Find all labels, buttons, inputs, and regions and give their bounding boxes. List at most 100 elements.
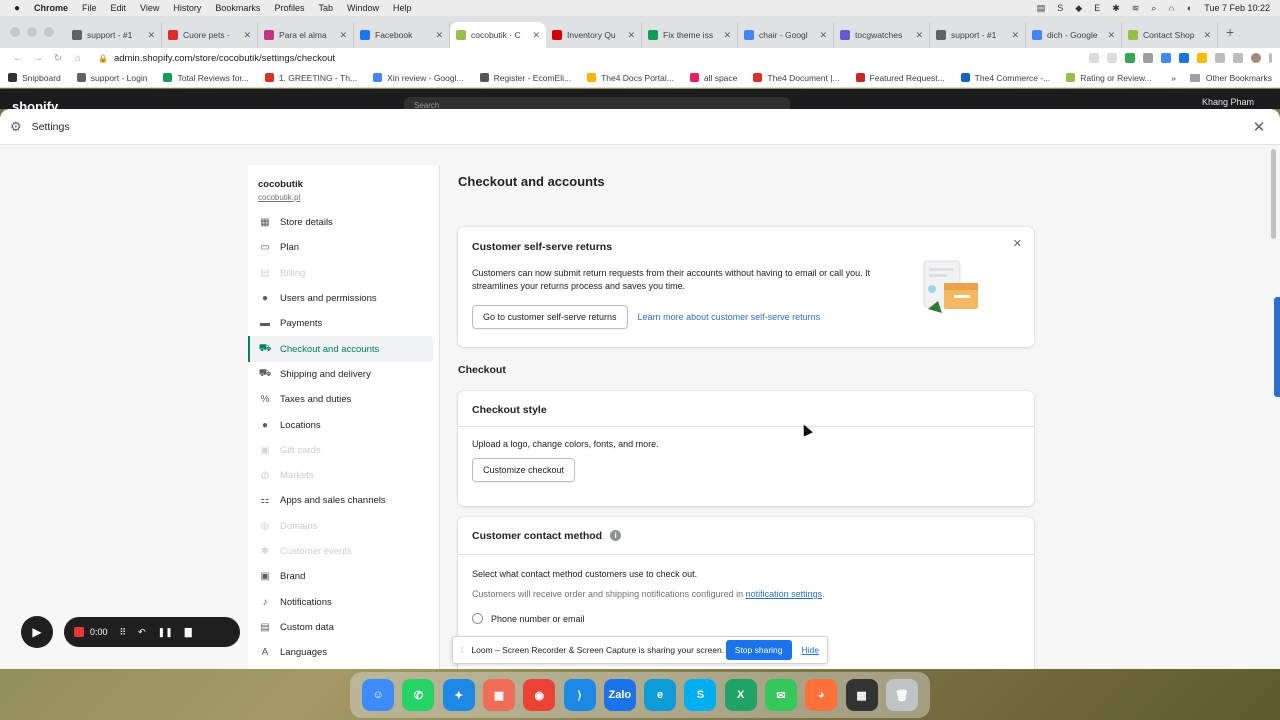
browser-tab[interactable]: chair - Googl ✕	[738, 22, 834, 48]
drag-grid-icon[interactable]: ⠿	[120, 627, 127, 638]
skype-status-icon[interactable]: S	[1057, 3, 1063, 13]
kebab-menu-icon[interactable]	[1269, 53, 1272, 63]
star-icon[interactable]	[1107, 53, 1117, 63]
user-name[interactable]: Khang Pham	[1202, 97, 1254, 107]
bookmark-item[interactable]: Xin review - Googl...	[373, 73, 464, 83]
close-tab-icon[interactable]: ✕	[435, 30, 443, 41]
sidebar-item-apps-and-sales-channels[interactable]: ⚏ Apps and sales channels	[248, 488, 439, 513]
stop-recording-icon[interactable]	[74, 627, 84, 637]
sidebar-item-notifications[interactable]: ♪ Notifications	[248, 589, 439, 614]
finder-dock-icon[interactable]: ☺	[362, 679, 395, 711]
browser-tab[interactable]: Contact Shop ✕	[1122, 22, 1218, 48]
close-tab-icon[interactable]: ✕	[1107, 30, 1115, 41]
menu-help[interactable]: Help	[393, 3, 412, 13]
search-input[interactable]: Search	[404, 97, 790, 109]
reload-icon[interactable]: ↻	[48, 53, 68, 64]
menu-bookmarks[interactable]: Bookmarks	[215, 3, 260, 13]
vscode-dock-icon[interactable]: ⟩	[563, 679, 596, 711]
shopify-logo[interactable]: shopify	[12, 99, 58, 109]
loom-camera-button[interactable]: ▶	[21, 616, 53, 648]
lock-icon[interactable]: 🔒	[98, 54, 108, 63]
browser-tab[interactable]: support - #1 ✕	[930, 22, 1026, 48]
sidebar-item-plan[interactable]: ▭ Plan	[248, 235, 439, 260]
status-icon[interactable]: ▤	[1037, 3, 1046, 14]
back-icon[interactable]: ←	[8, 53, 28, 64]
close-tab-icon[interactable]: ✕	[819, 30, 827, 41]
bookmark-item[interactable]: all space	[689, 73, 737, 83]
minimize-window-button[interactable]	[27, 27, 37, 37]
wifi-icon[interactable]: ≋	[1132, 3, 1140, 14]
go-to-returns-button[interactable]: Go to customer self-serve returns	[472, 305, 628, 329]
launchpad-dock-icon[interactable]: ▦	[482, 679, 515, 711]
browser-tab[interactable]: tocgwatches ✕	[834, 22, 930, 48]
bookmark-item[interactable]: The4 Docs Portal...	[587, 73, 674, 83]
close-tab-icon[interactable]: ✕	[147, 30, 155, 41]
sidebar-item-taxes-and-duties[interactable]: % Taxes and duties	[248, 387, 439, 412]
radio-phone-or-email[interactable]: Phone number or email	[472, 613, 1020, 624]
store-domain-link[interactable]: cocobutik.pl	[258, 193, 429, 202]
spreadsheet-dock-icon[interactable]: X	[724, 679, 757, 711]
trash-dock-icon[interactable]: 🗑	[885, 679, 918, 711]
clock[interactable]: Tue 7 Feb 10:22	[1204, 3, 1270, 13]
menu-file[interactable]: File	[82, 3, 97, 13]
close-settings-button[interactable]: ✕	[1248, 118, 1270, 136]
bookmark-item[interactable]: Total Reviews for...	[163, 73, 249, 83]
share-icon[interactable]	[1089, 53, 1099, 63]
info-icon[interactable]: i	[610, 530, 622, 541]
menu-history[interactable]: History	[173, 3, 201, 13]
bookmark-item[interactable]: Rating or Review...	[1066, 73, 1152, 83]
whatsapp-dock-icon[interactable]: ✆	[402, 679, 435, 711]
menu-view[interactable]: View	[140, 3, 159, 13]
dismiss-card-icon[interactable]: ✕	[1013, 237, 1022, 250]
firefox-dock-icon[interactable]: ◕	[805, 679, 838, 711]
status-icon[interactable]: ◆	[1075, 3, 1082, 14]
sidebar-item-brand[interactable]: ▣ Brand	[248, 564, 439, 589]
extension-icon[interactable]	[1197, 53, 1207, 63]
side-panel-handle[interactable]	[1274, 297, 1280, 397]
bookmark-item[interactable]: Featured Request...	[855, 73, 945, 83]
bluetooth-icon[interactable]: ✱	[1112, 3, 1120, 14]
headphones-icon[interactable]: ∩	[1168, 3, 1174, 13]
bookmark-item[interactable]: The4 Commerce -...	[960, 73, 1050, 83]
stop-sharing-button[interactable]: Stop sharing	[725, 640, 792, 660]
extension-icon[interactable]	[1161, 53, 1171, 63]
customize-checkout-button[interactable]: Customize checkout	[472, 458, 576, 482]
close-tab-icon[interactable]: ✕	[532, 30, 540, 41]
chrome-dock-icon[interactable]: ◉	[523, 679, 556, 711]
apple-icon[interactable]: ●	[0, 3, 34, 14]
browser-tab[interactable]: Facebook ✕	[354, 22, 450, 48]
menu-edit[interactable]: Edit	[111, 3, 127, 13]
menu-profiles[interactable]: Profiles	[274, 3, 304, 13]
edge-dock-icon[interactable]: e	[644, 679, 677, 711]
browser-tab[interactable]: Fix theme iss ✕	[642, 22, 738, 48]
extension-icon[interactable]	[1125, 53, 1135, 63]
close-tab-icon[interactable]: ✕	[1011, 30, 1019, 41]
radio-circle[interactable]	[472, 613, 483, 624]
browser-tab[interactable]: Inventory Qu ✕	[546, 22, 642, 48]
bookmark-item[interactable]: Register - EcomEli...	[479, 73, 571, 83]
browser-tab[interactable]: Cuore pets - ✕	[162, 22, 258, 48]
home-icon[interactable]: ⌂	[68, 53, 88, 64]
new-tab-button[interactable]: +	[1226, 24, 1234, 40]
sidebar-icon[interactable]	[1233, 53, 1243, 63]
sidebar-item-payments[interactable]: ▬ Payments	[248, 311, 439, 336]
bookmark-item[interactable]: 1. GREETING - Th...	[264, 73, 357, 83]
bookmark-item[interactable]: support - Login	[76, 73, 147, 83]
other-bookmarks[interactable]: Other Bookmarks	[1206, 73, 1272, 83]
skype-dock-icon[interactable]: S	[684, 679, 717, 711]
sidebar-item-shipping-and-delivery[interactable]: ⛟ Shipping and delivery	[248, 362, 439, 387]
sidebar-item-custom-data[interactable]: ▤ Custom data	[248, 615, 439, 640]
scrollbar[interactable]	[1271, 149, 1276, 239]
hide-banner-link[interactable]: Hide	[802, 645, 819, 655]
drag-handle-icon[interactable]: ⁞	[461, 645, 463, 655]
status-icon[interactable]: E	[1094, 3, 1100, 13]
menu-tab[interactable]: Tab	[318, 3, 333, 13]
bookmark-item[interactable]: The4 Document |...	[753, 73, 840, 83]
learn-more-returns-link[interactable]: Learn more about customer self-serve ret…	[638, 312, 821, 322]
control-center-icon[interactable]: ◐	[1187, 3, 1192, 13]
sidebar-item-locations[interactable]: ● Locations	[248, 412, 439, 437]
extension-icon[interactable]	[1179, 53, 1189, 63]
close-tab-icon[interactable]: ✕	[627, 30, 635, 41]
safari-dock-icon[interactable]: ✦	[442, 679, 475, 711]
browser-tab[interactable]: support - #1 ✕	[66, 22, 162, 48]
